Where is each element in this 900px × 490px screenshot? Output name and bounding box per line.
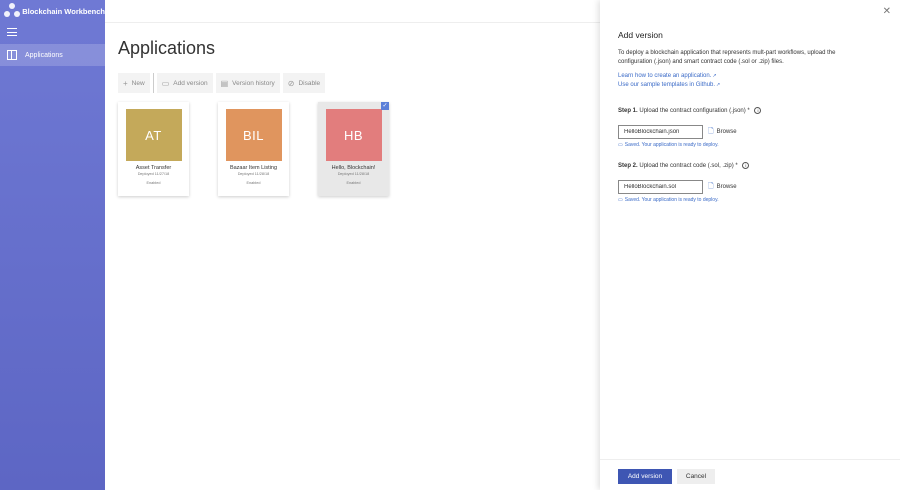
selected-checkmark-icon[interactable]: ✓	[381, 102, 389, 110]
app-name: Hello, Blockchain!	[331, 165, 376, 171]
panel-description: To deploy a blockchain application that …	[618, 50, 836, 65]
new-button[interactable]: + New	[118, 73, 150, 93]
step1-label: Step 1. Upload the contract configuratio…	[618, 107, 762, 115]
browse-code-button[interactable]: 🗋 Browse	[708, 180, 737, 194]
info-icon[interactable]: i	[754, 107, 762, 114]
new-label: New	[131, 79, 145, 87]
external-link-icon: ↗	[712, 73, 717, 79]
brand[interactable]: Blockchain Workbench	[0, 0, 105, 22]
info-icon[interactable]: i	[742, 162, 750, 169]
toolbar-divider	[152, 73, 154, 93]
app-name: Bazaar Item Listing	[229, 165, 278, 171]
app-card-asset-transfer[interactable]: AT Asset Transfer Deployed 11/27/18 Enab…	[118, 102, 189, 196]
command-bar: + New ▭ Add version ▤ Version history ⊘ …	[118, 73, 326, 93]
app-name: Asset Transfer	[135, 165, 172, 171]
app-status: Enabled	[246, 181, 261, 185]
add-version-panel: ✕ Add version To deploy a blockchain app…	[600, 0, 900, 490]
panel-title: Add version	[618, 30, 663, 40]
add-version-label: Add version	[173, 79, 208, 87]
app-deployed-date: Deployed 11/27/18	[137, 172, 170, 176]
saved-icon: ▭	[618, 197, 623, 203]
blockchain-logo-icon	[4, 3, 20, 19]
saved-icon: ▭	[618, 142, 623, 148]
file-icon: 🗋	[708, 182, 714, 190]
disable-label: Disable	[298, 79, 321, 87]
code-file-field[interactable]	[618, 180, 703, 194]
learn-create-link[interactable]: Learn how to create an application.↗	[618, 73, 717, 79]
left-nav: Blockchain Workbench Applications	[0, 0, 105, 490]
cancel-button[interactable]: Cancel	[677, 469, 715, 484]
app-deployed-date: Deployed 11/28/18	[337, 172, 370, 176]
version-history-button[interactable]: ▤ Version history	[215, 73, 280, 93]
browse-label: Browse	[716, 129, 737, 135]
add-version-button[interactable]: ▭ Add version	[156, 73, 213, 93]
browse-config-button[interactable]: 🗋 Browse	[708, 125, 737, 139]
sample-templates-link-text: Use our sample templates in Github.	[618, 82, 716, 88]
external-link-icon: ↗	[716, 82, 721, 88]
app-avatar: HB	[325, 109, 382, 161]
step2-text: Upload the contract code (.sol, .zip) *	[639, 163, 738, 170]
sample-templates-link[interactable]: Use our sample templates in Github.↗	[618, 82, 720, 88]
applications-icon	[7, 50, 17, 60]
panel-footer-divider	[600, 459, 900, 460]
step1-saved-message: ▭ Saved. Your application is ready to dep…	[618, 142, 719, 148]
app-card-bazaar-item-listing[interactable]: BIL Bazaar Item Listing Deployed 11/28/1…	[218, 102, 289, 196]
hamburger-menu-icon[interactable]	[7, 28, 17, 36]
step2-saved-message: ▭ Saved. Your application is ready to dep…	[618, 197, 719, 203]
history-icon: ▤	[220, 78, 229, 88]
plus-icon: +	[123, 78, 128, 88]
step2-prefix: Step 2.	[618, 163, 638, 170]
step2-label: Step 2. Upload the contract code (.sol, …	[618, 162, 750, 170]
application-cards: AT Asset Transfer Deployed 11/27/18 Enab…	[118, 102, 389, 196]
config-file-field[interactable]	[618, 125, 703, 139]
step1-text: Upload the contract configuration (.json…	[639, 108, 750, 115]
step2-saved-text: Saved. Your application is ready to depl…	[624, 197, 719, 203]
app-status: Enabled	[146, 181, 161, 185]
step1-prefix: Step 1.	[618, 108, 638, 115]
step1-saved-text: Saved. Your application is ready to depl…	[624, 142, 719, 148]
file-icon: 🗋	[708, 127, 714, 135]
version-history-label: Version history	[232, 79, 275, 87]
topbar-divider	[105, 22, 600, 23]
app-avatar: BIL	[225, 109, 282, 161]
disable-button[interactable]: ⊘ Disable	[282, 73, 326, 93]
disable-icon: ⊘	[287, 78, 295, 88]
learn-create-link-text: Learn how to create an application.	[618, 73, 712, 79]
app-avatar: AT	[125, 109, 182, 161]
nav-item-label: Applications	[25, 51, 63, 59]
browse-label: Browse	[716, 184, 737, 190]
app-status: Enabled	[346, 181, 361, 185]
app-title: Blockchain Workbench	[22, 6, 105, 16]
app-card-hello-blockchain[interactable]: ✓ HB Hello, Blockchain! Deployed 11/28/1…	[318, 102, 389, 196]
add-version-icon: ▭	[161, 78, 170, 88]
nav-item-applications[interactable]: Applications	[0, 44, 105, 66]
close-icon[interactable]: ✕	[883, 6, 891, 17]
add-version-submit-button[interactable]: Add version	[618, 469, 672, 484]
app-deployed-date: Deployed 11/28/18	[237, 172, 270, 176]
page-title: Applications	[118, 38, 216, 58]
